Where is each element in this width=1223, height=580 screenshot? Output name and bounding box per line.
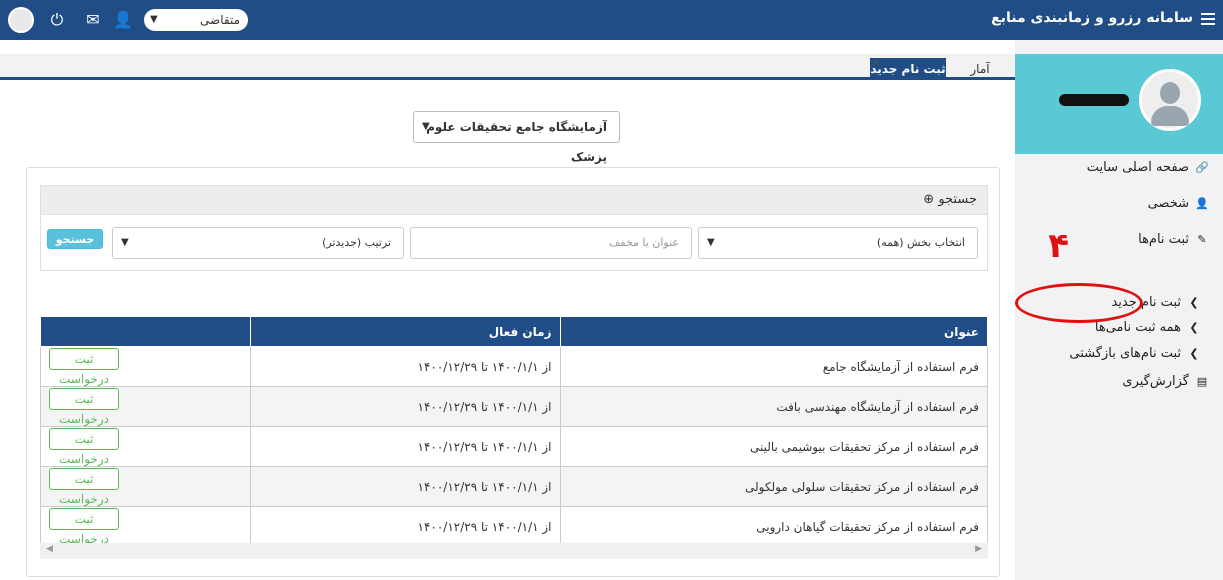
user-avatar-small[interactable] — [8, 7, 34, 33]
tab-stats[interactable]: آمار — [960, 58, 1000, 80]
sidebar-item-label: صفحه اصلی سایت — [1086, 160, 1189, 175]
plus-circle-icon: ⊕ — [923, 192, 935, 207]
row-action-cell: ثبت درخواست — [40, 346, 251, 387]
table-row: فرم استفاده از آزمایشگاه مهندسی بافت از … — [40, 386, 989, 427]
role-select[interactable]: متقاضی ▼ — [144, 9, 248, 31]
user-icon[interactable]: 👤 — [112, 9, 134, 31]
chevron-down-icon: ▼ — [121, 237, 129, 248]
row-action-cell: ثبت درخواست — [40, 386, 251, 427]
header-actions — [40, 316, 251, 347]
section-select-value: انتخاب بخش (همه) — [876, 236, 965, 249]
annotation-circle — [1015, 283, 1143, 323]
table-row: فرم استفاده از آزمایشگاه جامع از ۱۴۰۰/۱/… — [40, 346, 989, 387]
table-row: فرم استفاده از مرکز تحقیقات سلولی مولکول… — [40, 466, 989, 507]
header-active-time: زمان فعال — [249, 316, 561, 347]
scroll-right-icon[interactable]: ▶ — [975, 544, 982, 554]
tab-new-registration[interactable]: ثبت نام جدید × — [870, 56, 946, 80]
sidebar-item-home[interactable]: 🔗 صفحه اصلی سایت — [1015, 154, 1223, 182]
row-action-cell: ثبت درخواست — [40, 426, 251, 467]
sort-select[interactable]: ترتیب (جدیدتر) ▼ — [112, 227, 404, 259]
profile-card — [1015, 54, 1223, 154]
submit-request-button[interactable]: ثبت درخواست — [49, 467, 119, 506]
scroll-left-icon[interactable]: ◀ — [46, 544, 53, 554]
title-search-placeholder: عنوان یا مخفف — [608, 236, 679, 249]
chevron-right-icon: ❯ — [1189, 296, 1199, 309]
sidebar-item-label: ثبت نام‌ها — [1138, 232, 1189, 247]
row-title: فرم استفاده از مرکز تحقیقات سلولی مولکول… — [559, 466, 989, 507]
top-bar: سامانه رزرو و زمانبندی منابع ⏻ ✉ 👤 متقاض… — [0, 0, 1223, 40]
app-title: سامانه رزرو و زمانبندی منابع — [991, 10, 1193, 26]
submit-request-button[interactable]: ثبت درخواست — [49, 507, 119, 546]
close-icon[interactable]: × — [872, 52, 881, 74]
row-time: از ۱۴۰۰/۱/۱ تا ۱۴۰۰/۱۲/۲۹ — [249, 466, 561, 507]
search-button[interactable]: جستجو — [47, 229, 103, 249]
title-search-input[interactable]: عنوان یا مخفف — [410, 227, 692, 259]
sidebar-item-label: شخصی — [1147, 196, 1189, 211]
search-header-text: جستجو — [938, 192, 977, 207]
avatar-body-icon — [1151, 106, 1189, 126]
edit-icon: ✎ — [1197, 233, 1207, 246]
forms-table: عنوان زمان فعال فرم استفاده از آزمایشگاه… — [40, 316, 989, 547]
submit-request-button[interactable]: ثبت درخواست — [49, 347, 119, 386]
header-title: عنوان — [559, 316, 989, 347]
row-action-cell: ثبت درخواست — [40, 466, 251, 507]
annotation-number: ۴ — [1048, 226, 1069, 266]
chevron-down-icon: ▼ — [422, 121, 430, 132]
list-icon: ▤ — [1196, 375, 1208, 388]
row-time: از ۱۴۰۰/۱/۱ تا ۱۴۰۰/۱۲/۲۹ — [249, 346, 561, 387]
row-title: فرم استفاده از آزمایشگاه مهندسی بافت — [559, 386, 989, 427]
lab-select[interactable]: آزمایشگاه جامع تحقیقات علوم پزشک ▼ — [413, 111, 620, 164]
hamburger-menu-icon[interactable] — [1201, 13, 1215, 25]
row-time: از ۱۴۰۰/۱/۱ تا ۱۴۰۰/۱۲/۲۹ — [249, 426, 561, 467]
profile-avatar[interactable] — [1139, 69, 1201, 131]
sidebar-item-reports[interactable]: ▤ گزارش‌گیری — [1015, 368, 1223, 396]
role-select-value: متقاضی — [200, 13, 240, 27]
sidebar-item-returned-registrations[interactable]: ❯ ثبت نام‌های بازگشتی — [1015, 340, 1223, 368]
section-select[interactable]: انتخاب بخش (همه) ▼ — [698, 227, 978, 259]
sidebar-item-personal[interactable]: 👤 شخصی — [1015, 190, 1223, 218]
chevron-right-icon: ❯ — [1189, 347, 1199, 360]
power-icon[interactable]: ⏻ — [46, 9, 68, 31]
user-icon: 👤 — [1195, 197, 1209, 210]
sidebar-item-label: همه ثبت نامی‌ها — [1094, 320, 1181, 335]
sidebar-item-registrations[interactable]: ✎ ثبت نام‌ها — [1015, 226, 1223, 254]
horizontal-scrollbar[interactable]: ◀ ▶ — [40, 543, 988, 559]
row-action-cell: ثبت درخواست — [40, 506, 251, 547]
chevron-down-icon: ▼ — [150, 14, 158, 25]
tabs-bar: ثبت نام جدید × آمار — [0, 54, 1015, 80]
row-title: فرم استفاده از مرکز تحقیقات بیوشیمی بالی… — [559, 426, 989, 467]
sidebar-item-label: گزارش‌گیری — [1122, 374, 1189, 389]
tab-label: ثبت نام جدید — [870, 62, 946, 76]
avatar-head-icon — [1160, 82, 1180, 104]
submit-request-button[interactable]: ثبت درخواست — [49, 427, 119, 466]
row-title: فرم استفاده از مرکز تحقیقات گیاهان داروی… — [559, 506, 989, 547]
search-header[interactable]: جستجو ⊕ — [40, 185, 988, 215]
row-title: فرم استفاده از آزمایشگاه جامع — [559, 346, 989, 387]
redacted-username — [1059, 94, 1129, 106]
submit-request-button[interactable]: ثبت درخواست — [49, 387, 119, 426]
table-row: فرم استفاده از مرکز تحقیقات گیاهان داروی… — [40, 506, 989, 547]
table-header-row: عنوان زمان فعال — [40, 316, 989, 347]
lab-select-value: آزمایشگاه جامع تحقیقات علوم پزشک — [426, 120, 607, 164]
table-row: فرم استفاده از مرکز تحقیقات بیوشیمی بالی… — [40, 426, 989, 467]
chevron-down-icon: ▼ — [707, 237, 715, 248]
row-time: از ۱۴۰۰/۱/۱ تا ۱۴۰۰/۱۲/۲۹ — [249, 386, 561, 427]
link-icon: 🔗 — [1195, 161, 1209, 174]
row-time: از ۱۴۰۰/۱/۱ تا ۱۴۰۰/۱۲/۲۹ — [249, 506, 561, 547]
sort-select-value: ترتیب (جدیدتر) — [322, 236, 391, 249]
chevron-right-icon: ❯ — [1189, 321, 1199, 334]
sidebar-item-label: ثبت نام‌های بازگشتی — [1069, 346, 1181, 361]
search-header-label: جستجو ⊕ — [923, 192, 977, 207]
mail-icon[interactable]: ✉ — [82, 9, 104, 31]
